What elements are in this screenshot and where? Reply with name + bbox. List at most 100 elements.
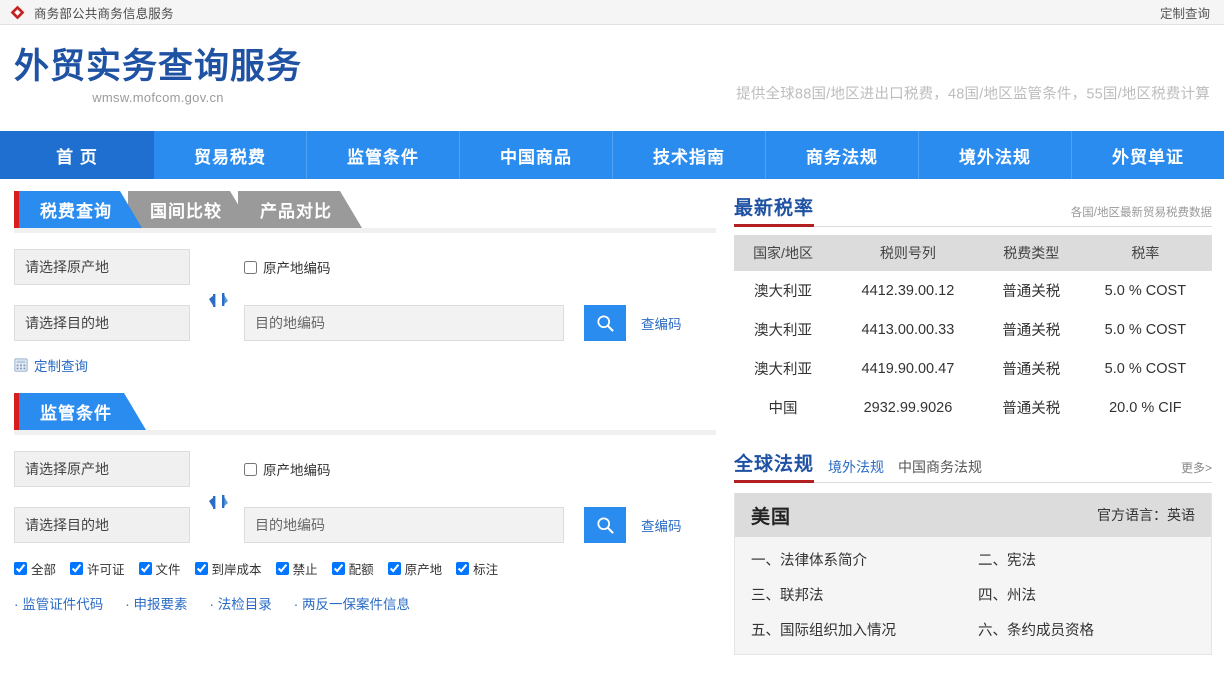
reg-code-lookup-link[interactable]: 查编码 [641, 515, 682, 535]
origin-code-checkbox[interactable] [244, 260, 257, 274]
filter-quota-checkbox[interactable] [331, 562, 345, 575]
subtab-overseas-regulations[interactable]: 境外法规 [828, 457, 884, 477]
regulatory-query-form: 请选择原产地 原产地编码 请选择目的地 查编码 [14, 435, 716, 613]
top-bar-custom-query-link[interactable]: 定制查询 [1160, 3, 1210, 22]
rates-col-tariff-code: 税则号列 [832, 235, 984, 271]
regulatory-red-marker [14, 393, 19, 430]
list-item[interactable]: 三、联邦法 [751, 584, 968, 605]
list-item[interactable]: 一、法律体系简介 [751, 549, 968, 570]
rates-col-tax-type: 税费类型 [983, 235, 1079, 271]
cell-country: 澳大利亚 [754, 284, 813, 300]
cell-rate: 20.0 % CIF [1109, 399, 1182, 416]
filter-prohibited[interactable]: 禁止 [275, 559, 318, 578]
right-column: 最新税率 各国/地区最新贸易税费数据 国家/地区 税则号列 税费类型 税率 澳大… [716, 179, 1224, 679]
magnifier-icon [596, 516, 614, 534]
subtab-china-business-regulations[interactable]: 中国商务法规 [898, 457, 982, 477]
regulatory-section-title: 监管条件 [14, 393, 146, 430]
reg-destination-row: 请选择目的地 查编码 [14, 507, 716, 543]
reg-origin-country-select[interactable]: 请选择原产地 [14, 451, 190, 487]
filter-marking[interactable]: 标注 [456, 559, 498, 578]
table-row[interactable]: 中国 2932.99.9026 普通关税 20.0 % CIF [734, 388, 1212, 427]
filter-prohibited-checkbox[interactable] [275, 562, 289, 575]
filter-origin[interactable]: 原产地 [387, 559, 442, 578]
reg-origin-code-checkbox-label: 原产地编码 [263, 463, 331, 478]
global-laws-more-link[interactable]: 更多> [1181, 459, 1212, 476]
origin-row: 请选择原产地 原产地编码 [14, 249, 716, 285]
swap-vertical-icon-2[interactable] [204, 487, 234, 517]
list-item[interactable]: 二、宪法 [978, 549, 1195, 570]
cell-tax-type: 普通关税 [1002, 362, 1061, 378]
list-item[interactable]: 六、条约成员资格 [978, 619, 1195, 640]
cell-tariff-code: 4413.00.00.33 [861, 321, 955, 338]
filter-license[interactable]: 许可证 [70, 559, 125, 578]
page-content: 税费查询 国间比较 产品对比 请选择原产地 原产地编码 请选择目的地 目的地编码… [0, 179, 1224, 679]
custom-query-link[interactable]: 定制查询 [14, 355, 88, 375]
table-row[interactable]: 澳大利亚 4412.39.00.12 普通关税 5.0 % COST [734, 271, 1212, 310]
table-row[interactable]: 澳大利亚 4419.90.00.47 普通关税 5.0 % COST [734, 349, 1212, 388]
rates-col-rate: 税率 [1078, 235, 1212, 271]
filter-license-checkbox[interactable] [70, 562, 84, 575]
quick-link-inspection-catalog[interactable]: 法检目录 [210, 593, 272, 613]
table-row[interactable]: 澳大利亚 4413.00.00.33 普通关税 5.0 % COST [734, 310, 1212, 349]
nav-item-trade-tax[interactable]: 贸易税费 [154, 131, 307, 179]
nav-item-home[interactable]: 首 页 [0, 131, 154, 179]
law-country-card: 美国 官方语言：英语 一、法律体系简介 二、宪法 三、联邦法 四、州法 五、国际… [734, 493, 1212, 655]
filter-landed-cost-checkbox[interactable] [194, 562, 208, 575]
reg-destination-country-select[interactable]: 请选择目的地 [14, 507, 190, 543]
nav-item-trade-documents[interactable]: 外贸单证 [1072, 131, 1224, 179]
filter-quota-label: 配额 [348, 563, 374, 577]
tab-product-comparison[interactable]: 产品对比 [238, 191, 362, 228]
quick-link-trade-remedy-cases[interactable]: 两反一保案件信息 [294, 593, 410, 613]
filter-quota[interactable]: 配额 [331, 559, 374, 578]
cell-tax-type: 普通关税 [1002, 401, 1061, 417]
filter-prohibited-label: 禁止 [292, 563, 318, 577]
filter-documents-label: 文件 [155, 563, 181, 577]
top-bar-title: 商务部公共商务信息服务 [34, 6, 174, 21]
origin-country-select[interactable]: 请选择原产地 [14, 249, 190, 285]
reg-destination-code-input[interactable] [244, 507, 564, 543]
law-card-header: 美国 官方语言：英语 [735, 493, 1211, 537]
nav-item-overseas-regulations[interactable]: 境外法规 [919, 131, 1072, 179]
tax-code-lookup-link[interactable]: 查编码 [641, 313, 682, 333]
list-item[interactable]: 四、州法 [978, 584, 1195, 605]
filter-marking-checkbox[interactable] [456, 562, 470, 575]
masthead-slogan: 提供全球88国/地区进出口税费，48国/地区监管条件，55国/地区税费计算 [736, 86, 1210, 103]
law-official-language: 官方语言：英语 [1097, 507, 1195, 523]
reg-origin-code-checkbox[interactable] [244, 462, 257, 476]
filter-documents-checkbox[interactable] [138, 562, 152, 575]
main-navigation: 首 页 贸易税费 监管条件 中国商品 技术指南 商务法规 境外法规 外贸单证 [0, 131, 1224, 179]
swap-vertical-icon[interactable] [204, 285, 234, 315]
quick-link-regulatory-codes[interactable]: 监管证件代码 [14, 593, 103, 613]
filter-documents[interactable]: 文件 [138, 559, 181, 578]
destination-code-input[interactable] [244, 305, 564, 341]
site-url: wmsw.mofcom.gov.cn [92, 89, 224, 105]
cell-rate: 5.0 % COST [1104, 360, 1187, 377]
nav-item-regulatory-conditions[interactable]: 监管条件 [307, 131, 460, 179]
origin-code-checkbox-wrap[interactable]: 原产地编码 [244, 257, 331, 277]
regulatory-quick-links: 监管证件代码 申报要素 法检目录 两反一保案件信息 [14, 593, 716, 613]
tab-country-comparison[interactable]: 国间比较 [128, 191, 252, 228]
reg-origin-code-checkbox-wrap[interactable]: 原产地编码 [244, 459, 331, 479]
law-item-grid: 一、法律体系简介 二、宪法 三、联邦法 四、州法 五、国际组织加入情况 六、条约… [735, 537, 1211, 654]
reg-search-button[interactable] [584, 507, 626, 543]
quick-link-declaration-elements[interactable]: 申报要素 [125, 593, 188, 613]
filter-landed-cost[interactable]: 到岸成本 [194, 559, 262, 578]
cell-country: 中国 [768, 401, 798, 417]
latest-rates-table: 国家/地区 税则号列 税费类型 税率 澳大利亚 4412.39.00.12 普通… [734, 235, 1212, 427]
tab-tax-query[interactable]: 税费查询 [14, 191, 142, 228]
global-laws-title: 全球法规 [734, 449, 815, 483]
cell-tariff-code: 4419.90.00.47 [861, 360, 955, 377]
cell-tax-type: 普通关税 [1002, 284, 1061, 300]
filter-all-checkbox[interactable] [14, 562, 27, 575]
list-item[interactable]: 五、国际组织加入情况 [751, 619, 968, 640]
filter-all[interactable]: 全部 [14, 559, 56, 578]
site-title: 外贸实务查询服务 [14, 47, 303, 87]
nav-item-china-goods[interactable]: 中国商品 [460, 131, 613, 179]
tax-search-button[interactable] [584, 305, 626, 341]
destination-country-select[interactable]: 请选择目的地 [14, 305, 190, 341]
rates-header-row: 国家/地区 税则号列 税费类型 税率 [734, 235, 1212, 271]
filter-origin-checkbox[interactable] [387, 562, 401, 575]
magnifier-icon [596, 314, 614, 332]
nav-item-technical-guide[interactable]: 技术指南 [613, 131, 766, 179]
nav-item-business-regulations[interactable]: 商务法规 [766, 131, 919, 179]
